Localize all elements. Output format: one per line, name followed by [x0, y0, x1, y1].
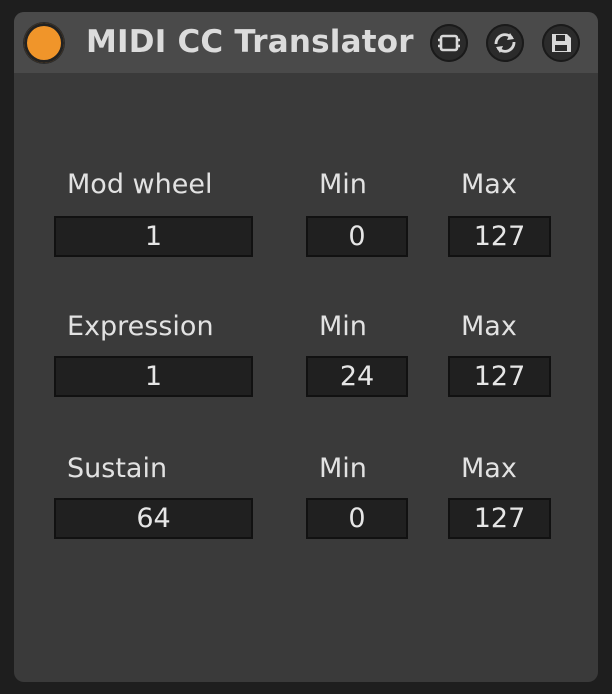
save-button[interactable]: [542, 24, 580, 62]
sustain-max-field[interactable]: 127: [448, 498, 551, 539]
expression-max-label: Max: [461, 311, 517, 342]
mod-wheel-label: Mod wheel: [67, 169, 213, 200]
sustain-min-label: Min: [319, 453, 367, 484]
device-title: MIDI CC Translator: [86, 24, 414, 60]
refresh-button[interactable]: [486, 24, 524, 62]
sustain-max-label: Max: [461, 453, 517, 484]
sustain-cc-field[interactable]: 64: [54, 498, 253, 539]
device-power-toggle[interactable]: [24, 23, 64, 63]
sustain-min-field[interactable]: 0: [306, 498, 408, 539]
device-panel: MIDI CC Translator Mod wheel Min Max 1 0…: [14, 12, 598, 682]
expression-max-field[interactable]: 127: [448, 356, 551, 397]
device-titlebar: MIDI CC Translator: [14, 12, 598, 73]
frame-icon: [438, 34, 460, 52]
expression-cc-field[interactable]: 1: [54, 356, 253, 397]
mod-wheel-max-field[interactable]: 127: [448, 216, 551, 257]
mod-wheel-max-label: Max: [461, 169, 517, 200]
frame-button[interactable]: [430, 24, 468, 62]
refresh-icon: [494, 33, 516, 53]
mod-wheel-cc-field[interactable]: 1: [54, 216, 253, 257]
mod-wheel-min-label: Min: [319, 169, 367, 200]
sustain-label: Sustain: [67, 453, 168, 484]
mod-wheel-min-field[interactable]: 0: [306, 216, 408, 257]
expression-min-field[interactable]: 24: [306, 356, 408, 397]
expression-label: Expression: [67, 311, 214, 342]
save-icon: [552, 34, 571, 52]
expression-min-label: Min: [319, 311, 367, 342]
